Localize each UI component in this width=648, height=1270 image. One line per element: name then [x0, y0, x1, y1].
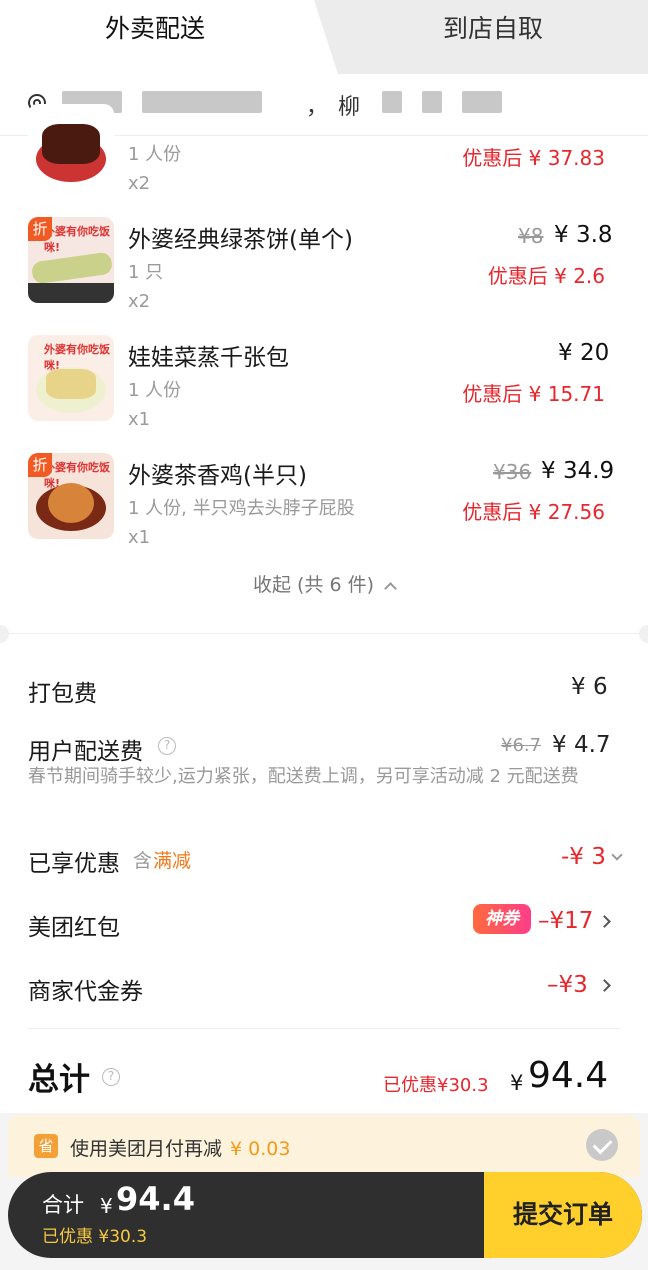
- item-discount-price: 优惠后 ¥ 2.6: [487, 264, 605, 288]
- shenquan-badge: 神券: [473, 904, 531, 934]
- item-thumbnail: [28, 104, 114, 190]
- subtotal-currency: ¥: [100, 1194, 113, 1218]
- item-qty: x1: [128, 409, 151, 430]
- redpack-value[interactable]: –¥17: [538, 908, 593, 934]
- submit-order-button[interactable]: 提交订单: [484, 1172, 642, 1258]
- redpack-label: 美团红包: [28, 915, 120, 941]
- save-icon: 省: [34, 1134, 58, 1158]
- help-circle-icon[interactable]: ?: [102, 1068, 120, 1086]
- delivery-fee-note: 春节期间骑手较少,运力紧张，配送费上调，另可享活动减 2 元配送费: [28, 766, 579, 787]
- subtotal-saved: 已优惠 ¥30.3: [42, 1227, 148, 1247]
- monthpay-label: 使用美团月付再减: [70, 1138, 223, 1160]
- checkout-bar: 合计 ¥ 94.4 已优惠 ¥30.3 提交订单: [8, 1172, 642, 1258]
- enjoyed-discount-hint: 满减: [153, 850, 192, 872]
- card-notch: [639, 625, 648, 643]
- item-name: 娃娃菜蒸千张包: [128, 345, 289, 371]
- item-original-price: ¥8: [518, 224, 544, 248]
- item-price: ¥ 3.8: [554, 222, 613, 248]
- packing-fee-value: ¥ 6: [571, 674, 608, 700]
- list-item[interactable]: 外婆有你吃饭咪! 折 外婆茶香鸡(半只) 1 人份, 半只鸡去头脖子屁股 x1 …: [0, 450, 648, 568]
- order-items-card: 1 人份 x2 优惠后 ¥ 37.83 外婆有你吃饭咪! 折 外婆经典绿茶饼(单…: [0, 104, 648, 633]
- chevron-right-icon[interactable]: [598, 979, 611, 992]
- chevron-up-icon: [384, 582, 397, 595]
- item-discount-price: 优惠后 ¥ 15.71: [462, 382, 605, 406]
- item-qty: x2: [128, 173, 151, 194]
- item-spec: 1 人份: [128, 380, 182, 401]
- item-qty: x1: [128, 527, 151, 548]
- help-circle-icon[interactable]: ?: [158, 737, 176, 755]
- subtotal-amount: 94.4: [116, 1180, 195, 1218]
- monthpay-banner[interactable]: 省 使用美团月付再减 ¥ 0.03: [8, 1115, 640, 1177]
- monthpay-amount: ¥ 0.03: [230, 1138, 291, 1160]
- voucher-label: 商家代金券: [28, 979, 143, 1005]
- item-spec: 1 人份: [128, 144, 182, 165]
- list-item[interactable]: 外婆有你吃饭咪! 娃娃菜蒸千张包 1 人份 x1 ¥ 20 优惠后 ¥ 15.7…: [0, 332, 648, 450]
- enjoyed-discount-value: -¥ 3: [561, 844, 606, 870]
- tab-pickup[interactable]: 到店自取: [338, 0, 648, 58]
- item-qty: x2: [128, 291, 151, 312]
- item-thumbnail: 外婆有你吃饭咪! 折: [28, 217, 114, 303]
- item-spec: 1 只: [128, 262, 164, 283]
- subtotal-label: 合计: [42, 1193, 84, 1217]
- item-discount-price: 优惠后 ¥ 37.83: [462, 146, 605, 170]
- total-label: 总计: [28, 1062, 90, 1098]
- item-name: 外婆经典绿茶饼(单个): [128, 227, 353, 253]
- list-item[interactable]: 1 人份 x2 优惠后 ¥ 37.83: [0, 96, 648, 214]
- discount-tag: 折: [28, 217, 52, 241]
- chevron-right-icon[interactable]: [598, 915, 611, 928]
- item-original-price: ¥36: [493, 460, 532, 484]
- item-thumbnail: 外婆有你吃饭咪!: [28, 335, 114, 421]
- enjoyed-discount-hint-prefix: 含: [133, 850, 153, 872]
- chevron-down-icon[interactable]: [611, 849, 623, 861]
- collapse-items-button[interactable]: 收起 (共 6 件): [0, 570, 648, 597]
- item-discount-price: 优惠后 ¥ 27.56: [462, 500, 605, 524]
- delivery-fee-value: ¥ 4.7: [552, 732, 611, 758]
- discount-tag: 折: [28, 453, 52, 477]
- packing-fee-label: 打包费: [28, 681, 97, 707]
- enjoyed-discount-label: 已享优惠: [28, 851, 120, 877]
- item-thumbnail: 外婆有你吃饭咪! 折: [28, 453, 114, 539]
- delivery-mode-tabs: 外卖配送 到店自取: [0, 0, 648, 74]
- divider: [28, 1028, 620, 1029]
- monthpay-text: 使用美团月付再减 ¥ 0.03: [70, 1134, 290, 1161]
- total-saved: 已优惠¥30.3: [383, 1075, 489, 1096]
- item-price: ¥ 34.9: [541, 458, 615, 484]
- thumbnail-caption: 外婆有你吃饭咪!: [44, 225, 110, 254]
- delivery-fee-label: 用户配送费: [28, 739, 143, 765]
- list-item[interactable]: 外婆有你吃饭咪! 折 外婆经典绿茶饼(单个) 1 只 x2 ¥8 ¥ 3.8 优…: [0, 214, 648, 332]
- tab-delivery[interactable]: 外卖配送: [0, 0, 310, 58]
- item-price: ¥ 20: [558, 340, 610, 366]
- total-currency: ¥: [510, 1071, 524, 1095]
- voucher-value[interactable]: –¥3: [547, 972, 588, 998]
- collapse-label: 收起 (共 6 件): [252, 574, 375, 596]
- delivery-fee-original: ¥6.7: [501, 735, 542, 756]
- total-amount: 94.4: [528, 1055, 609, 1096]
- item-name: 外婆茶香鸡(半只): [128, 463, 307, 489]
- check-circle-icon[interactable]: [586, 1129, 618, 1161]
- item-spec: 1 人份, 半只鸡去头脖子屁股: [128, 498, 355, 519]
- fees-card: 打包费 ¥ 6 用户配送费 ? ¥6.7 ¥ 4.7 春节期间骑手较少,运力紧张…: [0, 625, 648, 1113]
